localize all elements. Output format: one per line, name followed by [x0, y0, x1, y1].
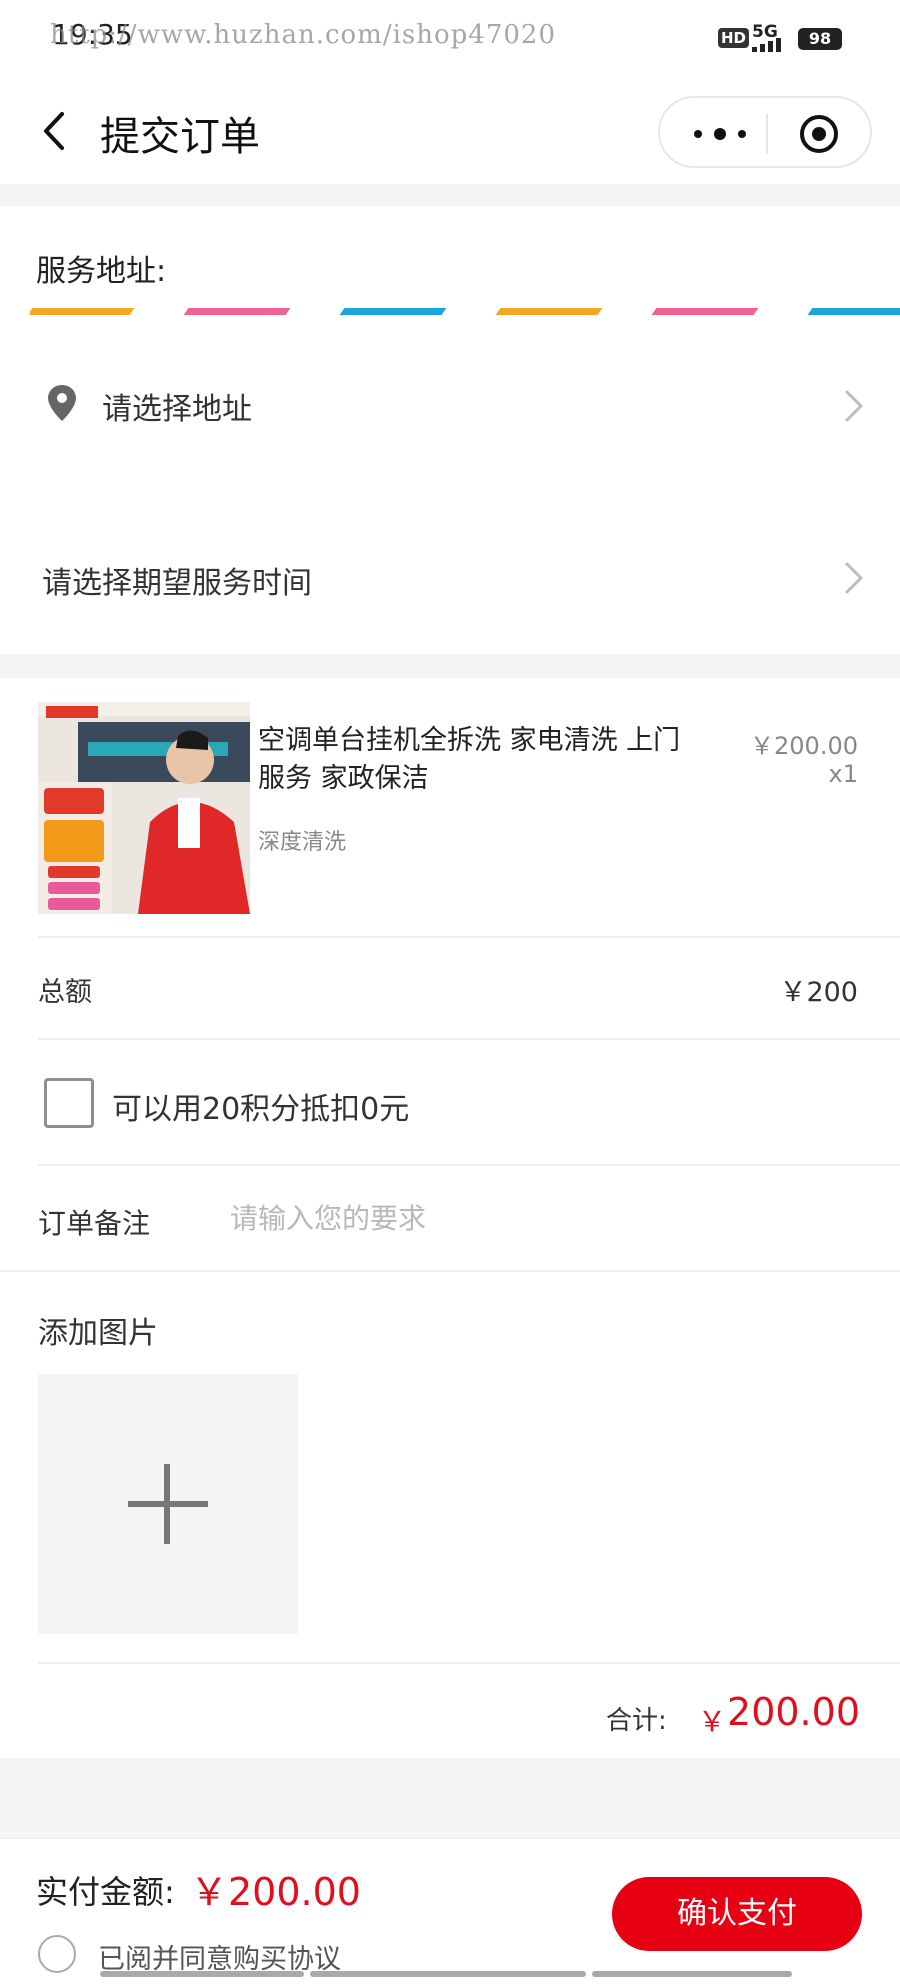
hd-badge: HD	[718, 28, 750, 48]
select-address-row[interactable]: 请选择地址	[0, 356, 900, 456]
select-time-label: 请选择期望服务时间	[42, 566, 312, 601]
more-dots-icon[interactable]	[690, 128, 760, 140]
product-price: ￥200.00	[750, 732, 858, 760]
plus-icon	[128, 1464, 208, 1544]
product-name: 空调单台挂机全拆洗 家电清洗 上门服务 家政保洁	[258, 725, 681, 794]
address-section: 服务地址: 请选择地址 请选择期望服务时间	[0, 206, 900, 654]
section-gap	[0, 1758, 900, 1838]
subtotal-row: 合计: ￥ 200.00	[0, 1664, 900, 1758]
status-bar: 19:35 http://www.huzhan.com/ishop47020 H…	[0, 0, 900, 74]
section-gap	[0, 654, 900, 678]
home-indicator	[100, 1971, 304, 1977]
section-gap	[0, 184, 900, 206]
product-card: 空调单台挂机全拆洗 家电清洗 上门服务 家政保洁 深度清洗 ￥200.00 x1	[0, 678, 900, 936]
points-deduction-row: 可以用20积分抵扣0元	[0, 1040, 900, 1164]
checkout-footer: 实付金额: ￥200.00 已阅并同意购买协议 确认支付	[0, 1838, 900, 1984]
nav-bar: 提交订单	[0, 74, 900, 184]
home-indicator	[310, 1971, 586, 1977]
subtotal-value: 200.00	[727, 1690, 860, 1734]
select-address-label: 请选择地址	[102, 392, 252, 427]
address-heading: 服务地址:	[36, 254, 167, 289]
total-value: ￥200	[779, 977, 858, 1008]
add-image-heading: 添加图片	[38, 1316, 158, 1351]
remark-input[interactable]	[230, 1192, 850, 1244]
page-title: 提交订单	[100, 114, 260, 160]
remark-label: 订单备注	[38, 1207, 151, 1240]
pay-amount-label: 实付金额:	[36, 1873, 175, 1911]
signal-icon	[752, 38, 792, 52]
chevron-right-icon	[845, 562, 863, 594]
chevron-left-icon[interactable]	[40, 110, 70, 152]
subtotal-currency: ￥	[698, 1705, 727, 1738]
target-circle-icon[interactable]	[800, 115, 838, 153]
product-spec: 深度清洗	[258, 830, 347, 855]
chevron-right-icon	[845, 390, 863, 422]
location-pin-icon	[48, 385, 76, 421]
mini-program-capsule	[658, 96, 872, 168]
address-stripe-border	[30, 308, 900, 318]
subtotal-label: 合计:	[606, 1706, 667, 1736]
total-label: 总额	[38, 977, 92, 1008]
home-indicator	[592, 1971, 792, 1977]
agreement-radio[interactable]	[38, 1935, 76, 1973]
battery-icon: 98	[798, 28, 842, 50]
select-service-time-row[interactable]: 请选择期望服务时间	[0, 526, 900, 626]
points-checkbox[interactable]	[44, 1078, 94, 1128]
capsule-divider	[766, 114, 768, 154]
add-image-section: 添加图片	[0, 1272, 900, 1662]
confirm-pay-button[interactable]: 确认支付	[612, 1877, 862, 1951]
product-quantity: x1	[828, 760, 858, 788]
total-row: 总额 ￥200	[0, 938, 900, 1038]
image-upload-button[interactable]	[38, 1374, 298, 1634]
order-remark-row: 订单备注	[0, 1166, 900, 1270]
product-image	[38, 702, 250, 914]
pay-amount-value: ￥200.00	[190, 1870, 361, 1914]
points-label: 可以用20积分抵扣0元	[112, 1092, 410, 1127]
watermark-url: http://www.huzhan.com/ishop47020	[50, 20, 556, 50]
